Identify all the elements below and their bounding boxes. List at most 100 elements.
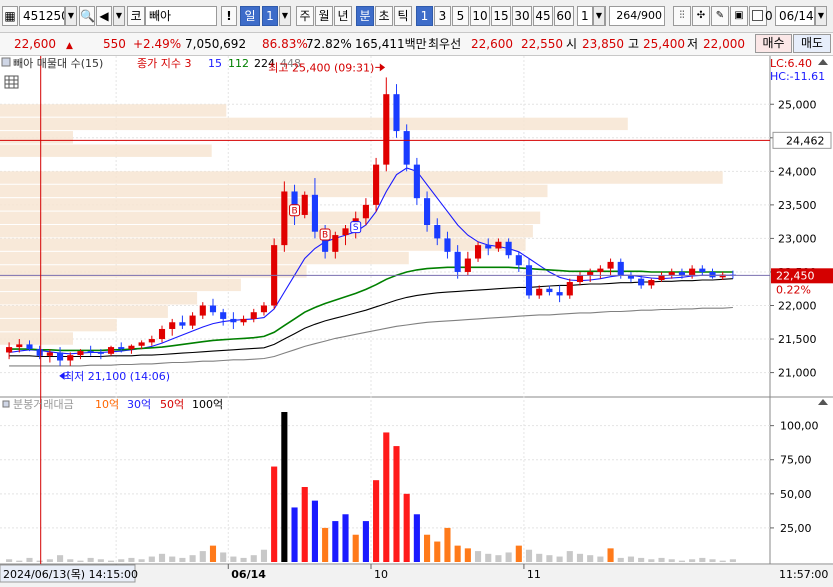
candle-down — [424, 198, 431, 225]
price-tick-label: 23,000 — [778, 232, 817, 245]
volume-bar — [383, 432, 390, 562]
ratio-2: 72.82% — [306, 37, 352, 51]
svg-text:B: B — [291, 206, 297, 216]
open-label: 시 — [566, 37, 578, 51]
minute-option-1[interactable]: 1 — [416, 6, 433, 26]
tab-week[interactable]: 주 — [296, 6, 314, 26]
tab-month[interactable]: 월 — [315, 6, 333, 26]
candle-down — [699, 268, 706, 272]
cursor-time-label: 2024/06/13(목) 14:15:00 — [3, 568, 138, 581]
stock-chart[interactable]: 25,00024,50024,00023,50023,00022,50022,0… — [0, 56, 833, 587]
tab-minute[interactable]: 분 — [356, 6, 374, 26]
interval-dropdown-icon[interactable]: ▼ — [593, 6, 605, 26]
minute-option-10[interactable]: 10 — [470, 6, 490, 26]
data-count-field[interactable]: 264/900 — [609, 6, 665, 26]
candle-up — [658, 275, 665, 281]
volume-bar — [474, 551, 482, 562]
volume-profile-bar — [0, 184, 548, 198]
save-icon[interactable]: ▣ — [730, 6, 748, 26]
volume-bar — [556, 556, 563, 562]
crosshair-icon[interactable]: ✣ — [692, 6, 710, 26]
candle-down — [57, 352, 64, 361]
minute-option-30[interactable]: 30 — [512, 6, 532, 26]
period-count-dropdown-icon[interactable]: ▼ — [279, 6, 291, 26]
candle-down — [230, 318, 237, 323]
candle-up — [597, 268, 604, 272]
price-tick-label: 21,000 — [778, 367, 817, 380]
volume-bar — [576, 553, 584, 562]
volume-bar — [525, 549, 533, 562]
volume-bar — [597, 556, 604, 562]
price-change-pct: +2.49% — [133, 37, 182, 51]
volume-bar — [311, 500, 318, 562]
volume-bar — [77, 560, 84, 562]
volume-scroll-up-icon[interactable] — [818, 399, 828, 405]
warning-button[interactable]: ! — [221, 6, 237, 26]
candle-up — [373, 164, 380, 205]
price-tick-label: 22,000 — [778, 300, 817, 313]
tab-second[interactable]: 초 — [375, 6, 393, 26]
volume-profile-bar — [0, 211, 541, 224]
candle-settings-icon[interactable]: ⫶⫶ — [673, 6, 691, 26]
minute-option-45[interactable]: 45 — [533, 6, 553, 26]
period-count-field[interactable]: 1 — [262, 6, 278, 26]
grid-menu-icon[interactable]: ▦ — [2, 6, 18, 26]
volume-bar — [332, 521, 339, 562]
volume-bar — [16, 560, 23, 562]
volume-bar — [138, 559, 145, 562]
draw-tool-icon[interactable]: ✎ — [711, 6, 729, 26]
candle-up — [260, 305, 268, 313]
minute-option-5[interactable]: 5 — [452, 6, 469, 26]
date-dropdown-icon[interactable]: ▼ — [815, 6, 827, 26]
candle-down — [525, 265, 533, 296]
candle-down — [26, 344, 33, 350]
tab-year[interactable]: 년 — [334, 6, 352, 26]
candle-down — [444, 238, 451, 252]
volume-legend-50: 50억 — [160, 398, 184, 411]
ma-legend-label: 종가 지수 3 — [137, 57, 191, 70]
volume-bar — [413, 514, 420, 562]
volume-bar — [148, 556, 155, 562]
open-price: 23,850 — [582, 37, 624, 51]
price-tick-label: 23,500 — [778, 199, 817, 212]
date-field[interactable]: 06/14 — [775, 6, 815, 26]
sound-icon[interactable]: ◀ — [96, 6, 112, 26]
stock-code-dropdown-icon[interactable]: ▼ — [65, 6, 77, 26]
volume-tick-label: 100,00 — [780, 420, 819, 433]
volume-bar — [729, 559, 736, 562]
volume-bar — [199, 551, 206, 562]
table-toggle-icon[interactable] — [4, 75, 19, 89]
volume-bar — [362, 521, 369, 562]
scroll-up-icon[interactable] — [818, 59, 828, 65]
time-axis-right-label: 11:57:00 — [779, 568, 828, 581]
minute-option-60[interactable]: 60 — [554, 6, 574, 26]
volume-legend-100: 100억 — [192, 398, 223, 411]
sound-dropdown-icon[interactable]: ▼ — [113, 6, 125, 26]
change-arrow-icon: ▲ — [66, 41, 73, 51]
candle-down — [97, 352, 104, 354]
interval-field[interactable]: 1 — [577, 6, 593, 26]
candle-down — [546, 288, 553, 293]
buy-button[interactable]: 매수 — [755, 34, 792, 53]
search-icon[interactable]: 🔍 — [79, 6, 95, 26]
stock-name-field[interactable]: 빼아 — [145, 6, 217, 26]
minute-option-3[interactable]: 3 — [434, 6, 451, 26]
volume-profile-bar — [0, 332, 73, 345]
volume-bar — [250, 555, 257, 562]
volume-tick-label: 50,00 — [780, 488, 812, 501]
reference-line-label: 24,462 — [786, 134, 825, 147]
minute-option-15[interactable]: 15 — [491, 6, 511, 26]
tab-day[interactable]: 일 — [240, 6, 260, 26]
candle-down — [393, 94, 400, 132]
tab-tick[interactable]: 틱 — [394, 6, 412, 26]
date-checkbox[interactable] — [752, 10, 763, 21]
volume-bar — [373, 480, 380, 562]
sell-button[interactable]: 매도 — [793, 34, 831, 53]
candle-up — [332, 235, 339, 252]
current-price: 22,600 — [14, 37, 56, 51]
candle-down — [311, 194, 318, 232]
stock-code-field[interactable]: 451250 — [19, 6, 65, 26]
volume-profile-bar — [0, 144, 212, 157]
low-label: 저 — [687, 37, 699, 51]
price-change: 550 — [103, 37, 126, 51]
